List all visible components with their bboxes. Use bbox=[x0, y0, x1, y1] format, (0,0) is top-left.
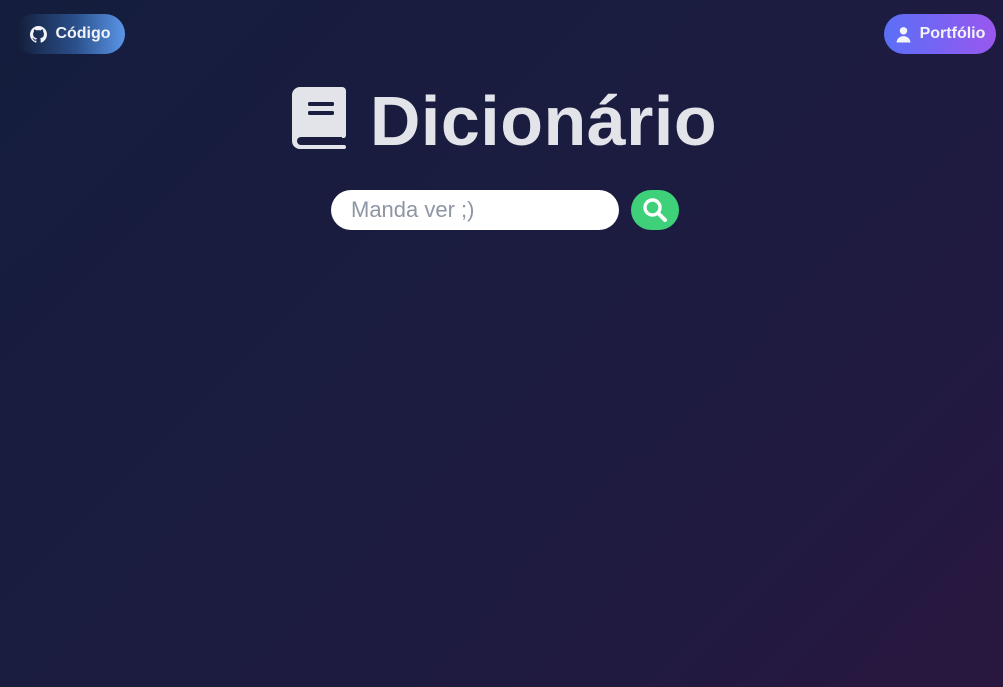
search-input[interactable] bbox=[331, 190, 619, 230]
title-text: Dicionário bbox=[369, 82, 718, 160]
code-button-label: Código bbox=[55, 25, 111, 42]
book-icon bbox=[291, 87, 346, 149]
code-button[interactable]: Código bbox=[14, 14, 125, 54]
user-icon bbox=[895, 26, 912, 43]
page-title: Dicionário bbox=[0, 80, 1003, 156]
portfolio-button-label: Portfólio bbox=[919, 25, 986, 42]
portfolio-button[interactable]: Portfólio bbox=[884, 14, 996, 54]
app-background: Código Portfólio Dicionário bbox=[0, 0, 1003, 687]
github-icon bbox=[30, 25, 48, 43]
search-button[interactable] bbox=[631, 190, 679, 230]
search-icon bbox=[643, 198, 667, 222]
search-bar bbox=[331, 190, 679, 230]
